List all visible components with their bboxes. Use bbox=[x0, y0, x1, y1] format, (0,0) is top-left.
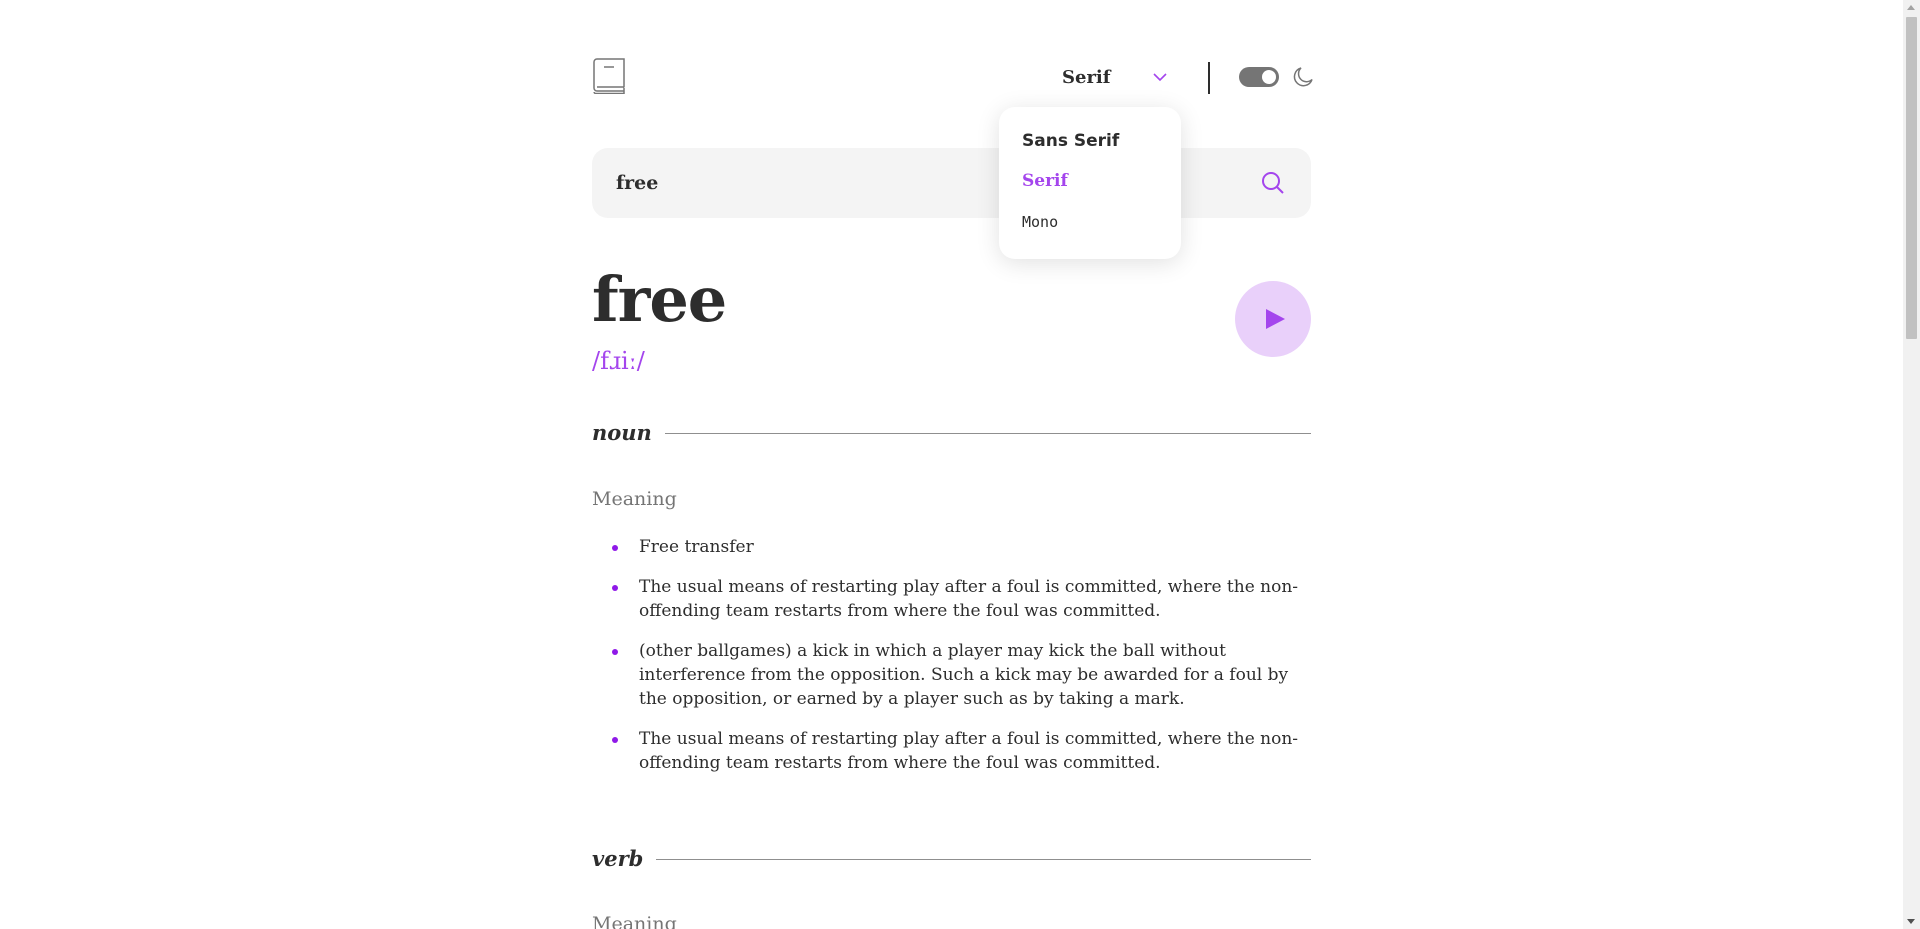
font-option-sans-serif[interactable]: Sans Serif bbox=[1022, 131, 1119, 151]
chevron-down-icon bbox=[1153, 73, 1167, 82]
definition-list: Free transfer The usual means of restart… bbox=[592, 535, 1311, 791]
definition-text: The usual means of restarting play after… bbox=[639, 577, 1299, 621]
font-option-serif[interactable]: Serif bbox=[1022, 171, 1068, 191]
scroll-down-arrow-icon[interactable] bbox=[1907, 919, 1915, 924]
theme-toggle[interactable] bbox=[1239, 67, 1279, 87]
bullet bbox=[612, 545, 618, 551]
play-icon bbox=[1266, 309, 1285, 329]
definition-item: (other ballgames) a kick in which a play… bbox=[592, 639, 1311, 711]
scrollbar[interactable] bbox=[1903, 0, 1920, 929]
moon-icon[interactable] bbox=[1292, 66, 1314, 88]
part-of-speech-label: noun bbox=[592, 420, 652, 445]
page: Serif Sans Serif Serif bbox=[0, 0, 1920, 929]
part-of-speech-verb: verb bbox=[592, 844, 1311, 874]
scroll-up-arrow-icon[interactable] bbox=[1907, 5, 1915, 10]
book-icon[interactable] bbox=[592, 58, 626, 94]
bullet bbox=[612, 649, 618, 655]
section-divider bbox=[656, 859, 1311, 860]
definition-text: Free transfer bbox=[639, 537, 754, 557]
font-select-label: Serif bbox=[1062, 66, 1111, 88]
header-divider bbox=[1208, 62, 1210, 94]
meaning-label: Meaning bbox=[592, 488, 677, 510]
bullet bbox=[612, 585, 618, 591]
word-phonetic: /fɹiː/ bbox=[592, 347, 645, 375]
font-option-mono[interactable]: Mono bbox=[1022, 213, 1058, 231]
part-of-speech-noun: noun bbox=[592, 418, 1311, 448]
word-title: free bbox=[592, 263, 727, 336]
search-bar bbox=[592, 148, 1311, 218]
definition-item: The usual means of restarting play after… bbox=[592, 575, 1311, 623]
definition-item: Free transfer bbox=[592, 535, 1311, 559]
font-select[interactable]: Serif bbox=[1062, 62, 1168, 92]
font-dropdown: Sans Serif Serif Mono bbox=[999, 107, 1181, 259]
header: Serif bbox=[592, 58, 1314, 96]
definition-text: (other ballgames) a kick in which a play… bbox=[639, 641, 1289, 709]
toggle-knob bbox=[1262, 70, 1276, 84]
section-divider bbox=[665, 433, 1311, 434]
play-button[interactable] bbox=[1235, 281, 1311, 357]
search-icon[interactable] bbox=[1261, 171, 1285, 195]
bullet bbox=[612, 737, 618, 743]
meaning-label: Meaning bbox=[592, 913, 677, 929]
scroll-thumb[interactable] bbox=[1906, 17, 1917, 339]
definition-item: The usual means of restarting play after… bbox=[592, 727, 1311, 775]
definition-text: The usual means of restarting play after… bbox=[639, 729, 1299, 773]
part-of-speech-label: verb bbox=[592, 846, 644, 871]
